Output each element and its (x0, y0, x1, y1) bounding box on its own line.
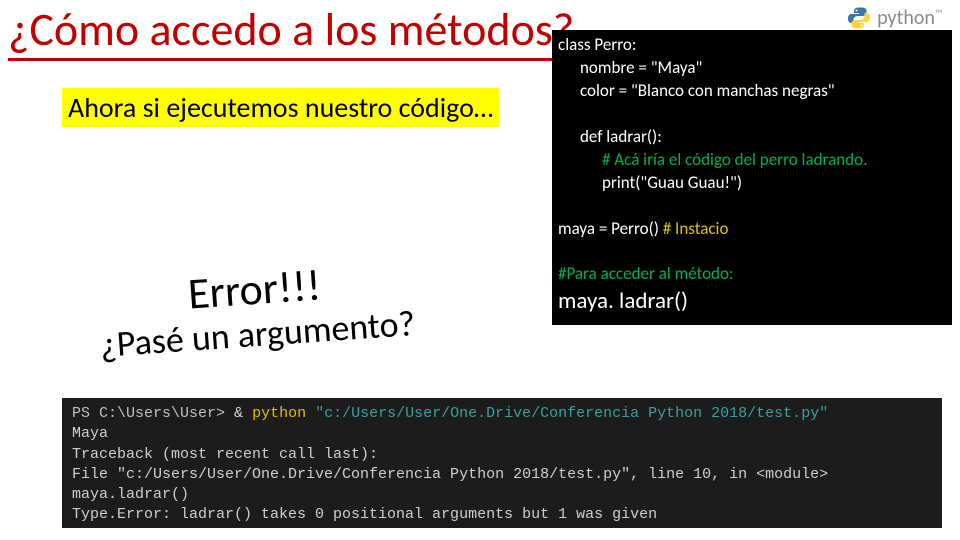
python-icon (847, 6, 871, 30)
python-logo-text: python™ (877, 6, 942, 30)
error-callout: Error!!! ¿Pasé un argumento? (33, 243, 479, 381)
highlight-note: Ahora si ejecutemos nuestro código… (62, 88, 499, 127)
code-line: color = "Blanco con manchas negras" (558, 80, 946, 103)
terminal-line: File "c:/Users/User/One.Drive/Conferenci… (72, 465, 932, 485)
code-line: maya = Perro() # Instacio (558, 218, 946, 241)
code-line: def ladrar(): (558, 126, 946, 149)
slide-title: ¿Cómo accedo a los métodos? (8, 2, 574, 61)
code-blank (558, 240, 946, 263)
code-line: print("Guau Guau!") (558, 172, 946, 195)
code-comment: #Para acceder al método: (558, 263, 946, 286)
code-line: maya. ladrar() (558, 286, 946, 317)
terminal-line: Type.Error: ladrar() takes 0 positional … (72, 505, 932, 525)
code-blank (558, 195, 946, 218)
terminal-line: Traceback (most recent call last): (72, 445, 932, 465)
code-line: class Perro: (558, 34, 946, 57)
python-logo: python™ (847, 6, 942, 30)
terminal-line: Maya (72, 424, 932, 444)
code-comment: # Acá iría el código del perro ladrando. (558, 149, 946, 172)
code-sample: class Perro: nombre = "Maya" color = "Bl… (552, 30, 952, 325)
terminal-output: PS C:\Users\User> & python "c:/Users/Use… (62, 398, 942, 528)
code-line: nombre = "Maya" (558, 57, 946, 80)
terminal-line: maya.ladrar() (72, 485, 932, 505)
code-blank (558, 103, 946, 126)
terminal-line: PS C:\Users\User> & python "c:/Users/Use… (72, 404, 932, 424)
